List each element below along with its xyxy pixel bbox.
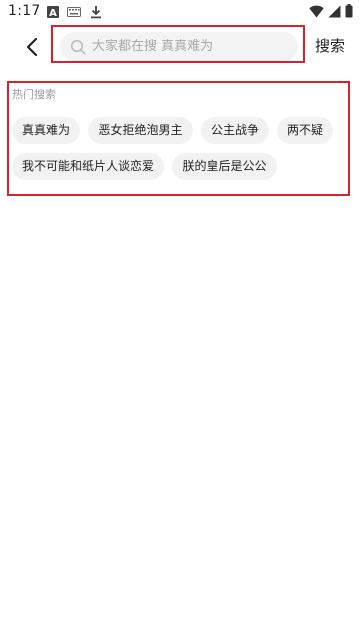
a-notification-icon: A [46,5,60,19]
wifi-icon [309,5,324,22]
battery-icon [345,4,353,22]
search-submit-button[interactable]: 搜索 [315,35,345,56]
status-time: 1:17 [8,3,41,19]
back-button[interactable] [18,32,46,62]
status-right-group [309,4,353,22]
download-icon [89,5,103,19]
search-highlight-box [51,25,305,63]
status-bar: 1:17 A [0,0,361,24]
hot-search-highlight-box [7,81,350,196]
svg-text:A: A [49,8,57,18]
keyboard-icon [67,5,81,19]
signal-icon [328,5,341,22]
back-arrow-icon [26,37,38,57]
